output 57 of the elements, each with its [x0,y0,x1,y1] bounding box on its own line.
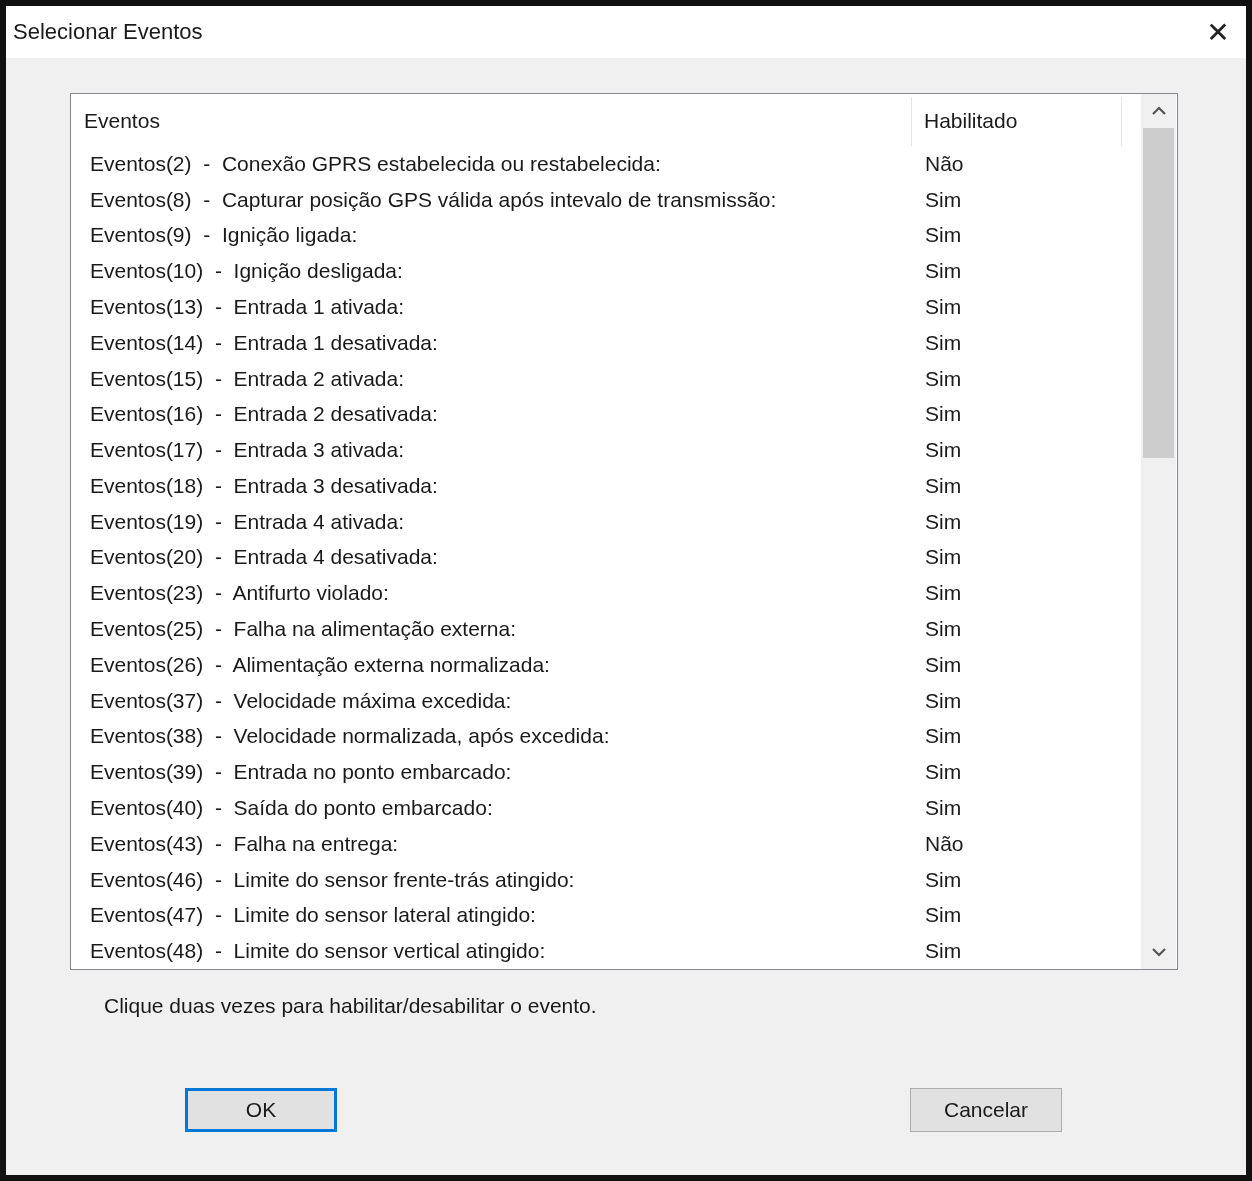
enabled-cell[interactable]: Sim [912,330,962,355]
enabled-cell[interactable]: Sim [912,617,962,642]
event-cell[interactable]: Eventos(16) - Entrada 2 desativada: [71,402,912,427]
column-header[interactable]: Habilitado [912,97,1122,146]
event-cell[interactable]: Eventos(48) - Limite do sensor vertical atingido: [71,939,912,964]
event-cell[interactable]: Eventos(26) - Alimentação externa normalizada: [71,652,912,677]
hint-text: Clique duas vezes para habilitar/desabilitar o evento. [104,994,598,1018]
enabled-cell[interactable]: Sim [912,366,962,391]
ok-button[interactable]: OK [185,1088,337,1132]
event-cell[interactable]: Eventos(8) - Capturar posição GPS válida após intevalo de transmissão: [71,187,912,212]
scrollbar-thumb[interactable] [1143,128,1174,458]
event-cell[interactable]: Eventos(18) - Entrada 3 desativada: [71,473,912,498]
event-cell[interactable]: Eventos(38) - Velocidade normalizada, após excedida: [71,724,912,749]
enabled-cell[interactable]: Sim [912,402,962,427]
event-cell[interactable]: Eventos(20) - Entrada 4 desativada: [71,545,912,570]
enabled-cell[interactable]: Sim [912,223,962,248]
window-title: Selecionar Eventos [13,19,203,45]
event-cell[interactable]: Eventos(13) - Entrada 1 ativada: [71,295,912,319]
enabled-cell[interactable]: Não [912,831,964,856]
enabled-cell[interactable]: Sim [912,473,962,498]
event-cell[interactable]: Eventos(9) - Ignição ligada: [71,223,912,248]
event-cell[interactable]: Eventos(39) - Entrada no ponto embarcado: [71,760,912,785]
column-header[interactable]: Eventos [71,97,912,146]
enabled-cell[interactable]: Sim [912,259,962,284]
enabled-cell[interactable]: Sim [912,760,962,785]
event-cell[interactable]: Eventos(14) - Entrada 1 desativada: [71,330,912,355]
enabled-cell[interactable]: Sim [912,187,962,212]
scroll-down-icon[interactable] [1150,947,1167,957]
event-cell[interactable]: Eventos(25) - Falha na alimentação externa: [71,617,912,642]
enabled-cell[interactable]: Sim [912,652,962,677]
enabled-cell[interactable]: Sim [912,545,962,570]
event-cell[interactable]: Eventos(17) - Entrada 3 ativada: [71,438,912,463]
close-button[interactable]: ✕ [1196,10,1240,54]
enabled-cell[interactable]: Sim [912,903,962,928]
enabled-cell[interactable]: Sim [912,795,962,820]
cancel-button[interactable]: Cancelar [910,1088,1062,1132]
event-cell[interactable]: Eventos(40) - Saída do ponto embarcado: [71,795,912,820]
scroll-up-icon[interactable] [1150,106,1167,116]
enabled-cell[interactable]: Sim [912,724,962,749]
enabled-cell[interactable]: Sim [912,867,962,892]
event-cell[interactable]: Eventos(47) - Limite do sensor lateral atingido: [71,903,912,928]
enabled-cell[interactable]: Sim [912,438,962,463]
enabled-cell[interactable]: Sim [912,581,962,606]
event-cell[interactable]: Eventos(46) - Limite do sensor frente-trás atingido: [71,867,912,892]
vertical-scrollbar[interactable] [1141,94,1176,969]
event-cell[interactable]: Eventos(43) - Falha na entrega: [71,831,912,856]
event-cell[interactable]: Eventos(23) - Antifurto violado: [71,581,912,606]
event-cell[interactable]: Eventos(37) - Velocidade máxima excedida: [71,688,912,713]
event-cell[interactable]: Eventos(10) - Ignição desligada: [71,259,912,284]
enabled-cell[interactable]: Sim [912,939,962,964]
enabled-cell[interactable]: Sim [912,295,962,319]
event-cell[interactable]: Eventos(19) - Entrada 4 ativada: [71,509,912,534]
event-cell[interactable]: Eventos(2) - Conexão GPRS estabelecida ou restabelecida: [71,151,912,176]
event-cell[interactable]: Eventos(15) - Entrada 2 ativada: [71,366,912,391]
enabled-cell[interactable]: Sim [912,509,962,534]
enabled-cell[interactable]: Sim [912,688,962,713]
enabled-cell[interactable]: Não [912,151,964,176]
